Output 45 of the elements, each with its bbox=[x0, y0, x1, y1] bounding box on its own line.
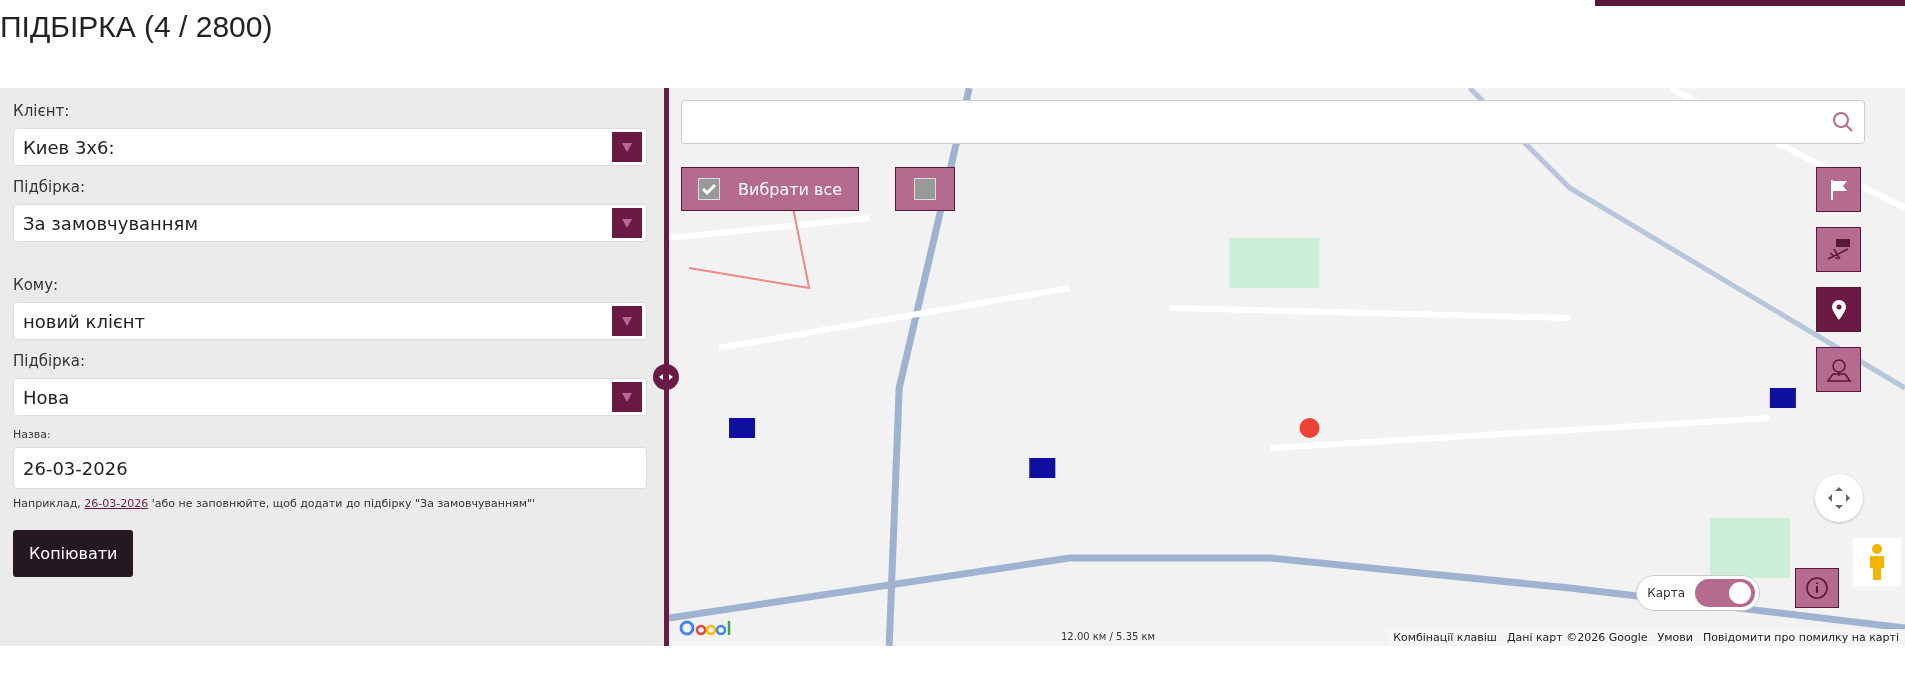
map-footer-link[interactable]: Повідомити про помилку на карті bbox=[1702, 631, 1899, 644]
map-pin-tool-button[interactable] bbox=[1816, 347, 1861, 392]
field-label: Підбірка: bbox=[13, 352, 86, 370]
pin-tool-button[interactable] bbox=[1816, 287, 1861, 332]
map-marker-icon[interactable] bbox=[1299, 418, 1320, 438]
map-pin-icon bbox=[1830, 298, 1847, 321]
select-field[interactable]: Нова bbox=[13, 378, 647, 416]
example-link[interactable]: 26-03-2026 bbox=[84, 497, 149, 510]
search-icon bbox=[1832, 111, 1854, 133]
fullscreen-icon bbox=[1826, 485, 1852, 511]
select-field[interactable]: новий клієнт bbox=[13, 302, 647, 340]
map-search-field[interactable] bbox=[681, 100, 1865, 144]
field-label: Кому: bbox=[13, 276, 59, 294]
billboard-icon bbox=[1825, 236, 1852, 263]
info-icon bbox=[1805, 576, 1829, 600]
billboard-marker-icon[interactable] bbox=[1029, 458, 1056, 478]
map-view[interactable]: Вибрати все Карта 12.00 км / 5.35 км Комбінації клавіш Дані карт ©2026 Google Умови Повідомити про помилку на карті bbox=[669, 88, 1905, 646]
field-label: Підбірка: bbox=[13, 178, 86, 196]
billboard-marker-icon[interactable] bbox=[729, 418, 756, 438]
map-toggle[interactable]: Карта bbox=[1636, 575, 1760, 611]
toggle-switch[interactable] bbox=[1695, 579, 1755, 607]
select-field[interactable]: Киев 3х6: bbox=[13, 128, 647, 166]
flag-icon bbox=[1828, 178, 1849, 201]
fullscreen-button[interactable] bbox=[1815, 474, 1863, 522]
name-input[interactable]: 26-03-2026 bbox=[13, 447, 647, 489]
select-all-button[interactable]: Вибрати все bbox=[681, 167, 860, 211]
resize-handle-icon[interactable] bbox=[653, 364, 679, 390]
map-footer-link[interactable]: Комбінації клавіш bbox=[1393, 631, 1497, 644]
billboard-marker-icon[interactable] bbox=[1769, 388, 1796, 408]
checkbox-button[interactable] bbox=[895, 167, 956, 211]
billboard-tool-button[interactable] bbox=[1816, 227, 1861, 272]
page-title: ПІДБІРКА (4 / 2800) bbox=[0, 9, 273, 45]
checkbox[interactable] bbox=[698, 178, 720, 200]
map-location-icon bbox=[1825, 356, 1852, 383]
map-footer-link[interactable]: Дані карт ©2026 Google bbox=[1506, 631, 1648, 644]
flag-tool-button[interactable] bbox=[1816, 167, 1861, 212]
checkbox[interactable] bbox=[914, 178, 937, 200]
field-label: Назва: bbox=[13, 428, 51, 441]
checkmark-icon bbox=[701, 181, 717, 197]
hint-text: Наприклад, 26-03-2026 'або не заповнюйте, щоб додати до підбірку "За замовчуванням"' bbox=[13, 497, 536, 510]
info-button[interactable] bbox=[1795, 568, 1839, 608]
field-label: Клієнт: bbox=[13, 102, 70, 120]
select-field[interactable]: За замовчуванням bbox=[13, 204, 647, 242]
map-footer-link[interactable]: Умови bbox=[1657, 631, 1693, 644]
copy-button[interactable]: Копіювати bbox=[13, 530, 134, 577]
